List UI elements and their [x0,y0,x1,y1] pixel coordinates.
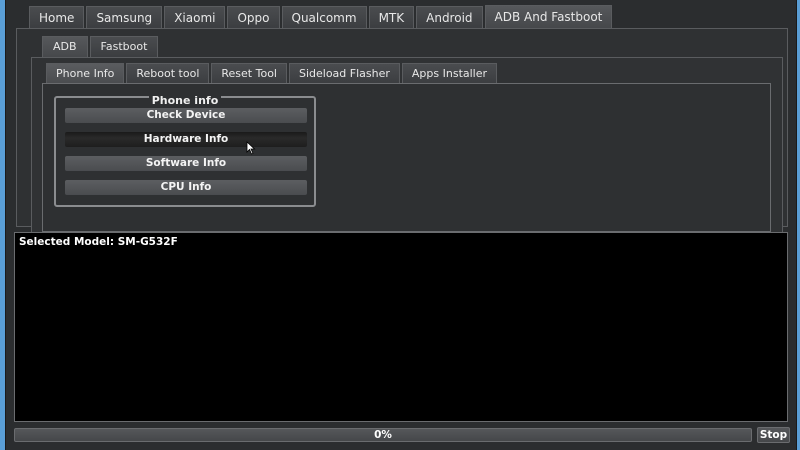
progress-label: 0% [374,429,392,441]
cpu-info-button[interactable]: CPU Info [65,180,307,195]
tab-adb[interactable]: ADB [42,36,88,57]
tab-qualcomm[interactable]: Qualcomm [281,6,367,29]
tab-android[interactable]: Android [416,6,483,29]
tab-apps-installer[interactable]: Apps Installer [401,63,498,84]
phone-info-groupbox: Phone info Check Device Hardware Info So… [54,94,316,207]
tab-xiaomi[interactable]: Xiaomi [164,6,226,29]
tab-adb-and-fastboot[interactable]: ADB And Fastboot [484,5,613,29]
main-tab-bar: Home Samsung Xiaomi Oppo Qualcomm MTK An… [29,5,614,29]
tab-mtk[interactable]: MTK [368,6,415,29]
tab-home[interactable]: Home [29,6,85,29]
check-device-button[interactable]: Check Device [65,108,307,123]
adb-fastboot-panel: ADB Fastboot Phone Info Reboot tool Rese… [16,28,788,239]
software-info-button[interactable]: Software Info [65,156,307,171]
groupbox-title-text: Phone info [148,94,222,107]
tab-oppo[interactable]: Oppo [227,6,280,29]
phone-info-panel: Phone info Check Device Hardware Info So… [42,83,771,232]
inner-tab-bar: Phone Info Reboot tool Reset Tool Sidelo… [46,63,499,84]
log-line: Selected Model: SM-G532F [19,236,178,248]
stop-button[interactable]: Stop [757,427,790,443]
groupbox-title: Phone info [56,89,314,108]
tab-fastboot[interactable]: Fastboot [89,36,159,57]
mouse-cursor-icon [246,141,256,155]
adb-panel: Phone Info Reboot tool Reset Tool Sidelo… [31,57,783,239]
tab-phone-info[interactable]: Phone Info [46,63,125,84]
progress-bar: 0% [14,428,752,442]
tab-sideload-flasher[interactable]: Sideload Flasher [288,63,400,84]
app-window: Home Samsung Xiaomi Oppo Qualcomm MTK An… [5,0,797,450]
log-console: Selected Model: SM-G532F [14,232,788,422]
tab-reboot-tool[interactable]: Reboot tool [126,63,210,84]
tab-samsung[interactable]: Samsung [86,6,163,29]
sub-tab-bar: ADB Fastboot [42,36,160,57]
hardware-info-button[interactable]: Hardware Info [65,132,307,147]
tab-reset-tool[interactable]: Reset Tool [211,63,287,84]
